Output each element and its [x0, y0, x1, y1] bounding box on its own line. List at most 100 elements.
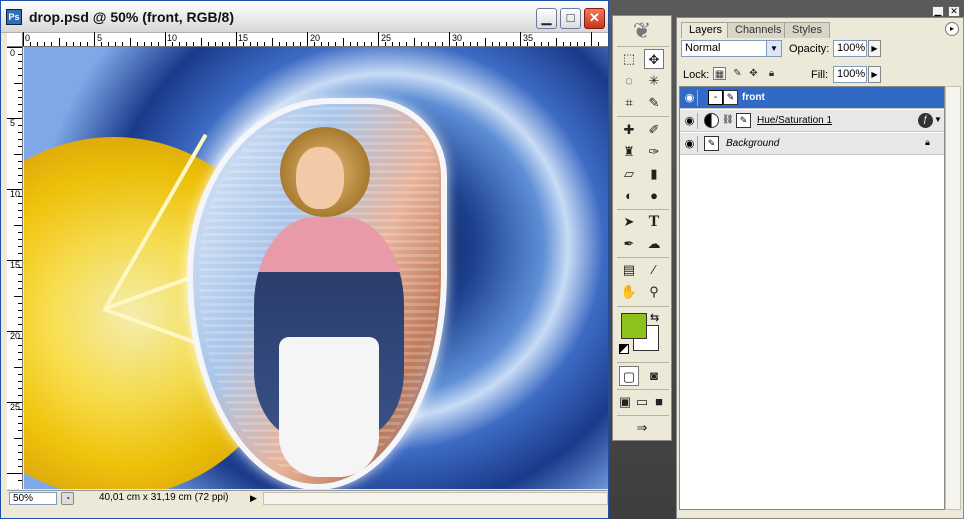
zoom-icon[interactable]: ⚲ — [644, 282, 664, 302]
zoom-field[interactable]: 50% — [9, 492, 57, 505]
brush-thumbnail-icon: ✎ — [723, 90, 738, 105]
magic-wand-icon[interactable]: ✳ — [644, 71, 664, 91]
ruler-tick — [18, 373, 22, 375]
default-colors-icon[interactable] — [619, 344, 629, 354]
ruler-tick — [18, 281, 22, 283]
ruler-tick — [30, 42, 32, 46]
screen-mode-full-icon[interactable]: ■ — [651, 392, 667, 412]
tab-layers[interactable]: Layers — [681, 22, 731, 38]
fill-slider-button[interactable]: ▶ — [868, 66, 881, 83]
layer-list-scrollbar[interactable] — [945, 86, 961, 510]
quick-mask-icon[interactable]: ◙ — [644, 366, 664, 386]
ruler-tick — [427, 42, 429, 46]
ruler-tick — [7, 473, 22, 474]
minimize-button[interactable]: ▁ — [536, 8, 557, 29]
history-brush-icon[interactable]: ✑ — [644, 142, 664, 162]
opacity-field[interactable]: 100% — [833, 40, 867, 57]
ruler-tick — [18, 323, 22, 325]
document-titlebar[interactable]: Ps drop.psd @ 50% (front, RGB/8) ▁ □ ✕ — [1, 1, 608, 33]
lock-image-icon[interactable]: ✎ — [731, 67, 744, 80]
chevron-down-icon[interactable]: ▼ — [766, 41, 781, 56]
type-icon[interactable]: T — [644, 212, 664, 232]
separator — [617, 362, 669, 363]
ruler-tick — [18, 132, 22, 134]
notes-icon[interactable]: ▤ — [619, 260, 639, 280]
swap-colors-icon[interactable]: ⇆ — [650, 311, 659, 324]
ruler-tick — [406, 42, 408, 46]
stamp-icon[interactable]: ♜ — [619, 142, 639, 162]
ruler-tick — [18, 465, 22, 467]
foreground-color-swatch[interactable] — [621, 313, 647, 339]
move-icon[interactable]: ✥ — [644, 49, 664, 69]
eraser-icon[interactable]: ▱ — [619, 164, 639, 184]
chain-link-icon[interactable]: ⛓ — [722, 113, 733, 128]
ruler-tick — [14, 153, 22, 155]
slice-icon[interactable]: ✎ — [644, 93, 664, 113]
screen-mode-standard-icon[interactable]: ▣ — [617, 392, 633, 412]
opacity-slider-button[interactable]: ▶ — [868, 40, 881, 57]
eye-icon[interactable]: ◉ — [682, 90, 698, 106]
layer-style-icon[interactable]: ƒ — [918, 113, 933, 128]
fill-field[interactable]: 100% — [833, 66, 867, 83]
lock-transparency-icon[interactable]: ▦ — [713, 67, 726, 80]
layer-row-hue-saturation[interactable]: ◉ ⛓ ✎ Hue/Saturation 1 ƒ ▼ — [680, 110, 944, 132]
horizontal-ruler[interactable]: 0 5 10 15 20 25 30 35 — [23, 32, 608, 47]
maximize-button[interactable]: □ — [560, 8, 581, 29]
maximize-icon: □ — [566, 10, 575, 25]
eye-icon[interactable]: ◉ — [682, 113, 698, 129]
ruler-tick — [385, 42, 387, 46]
status-menu-arrow-icon[interactable]: ▶ — [250, 493, 257, 504]
feather-icon[interactable]: ❦ — [619, 18, 665, 44]
ruler-label: 0 — [10, 48, 16, 58]
ruler-tick — [7, 189, 22, 190]
tab-styles[interactable]: Styles — [784, 22, 830, 38]
screen-mode-full-menu-icon[interactable]: ▭ — [634, 392, 650, 412]
minimize-icon: ▁ — [541, 10, 552, 25]
layer-row-front[interactable]: ◉ ⁃ ✎ front — [680, 87, 944, 109]
burn-icon[interactable]: ● — [644, 186, 664, 206]
brush-icon[interactable]: ✐ — [644, 120, 664, 140]
zoom-preview-icon[interactable]: ◔ — [61, 492, 74, 505]
horizontal-scrollbar[interactable] — [263, 492, 608, 505]
vertical-ruler[interactable]: 0 5 10 15 20 25 — [7, 47, 23, 489]
palette-close-icon[interactable]: ✕ — [948, 6, 960, 17]
ruler-tick — [420, 42, 422, 46]
lock-position-icon[interactable]: ✥ — [747, 67, 760, 80]
crop-icon[interactable]: ⌗ — [619, 93, 639, 113]
ruler-tick — [14, 295, 22, 297]
hand-icon[interactable]: ✋ — [619, 282, 639, 302]
chevron-down-icon[interactable]: ▼ — [933, 113, 943, 128]
eyedropper-icon[interactable]: ⁄ — [644, 260, 664, 280]
image-canvas[interactable] — [24, 47, 608, 489]
ruler-tick — [18, 387, 22, 389]
ruler-tick — [122, 42, 124, 46]
gradient-icon[interactable]: ▮ — [644, 164, 664, 184]
ruler-tick — [86, 42, 88, 46]
ruler-tick — [505, 42, 507, 46]
tab-channels[interactable]: Channels — [727, 22, 790, 38]
ruler-origin[interactable] — [7, 33, 23, 47]
ruler-tick — [292, 42, 294, 46]
pen-icon[interactable]: ✒ — [619, 234, 639, 254]
ruler-tick — [58, 38, 60, 46]
ruler-tick — [18, 309, 22, 311]
path-select-icon[interactable]: ➤ — [619, 212, 639, 232]
marquee-icon[interactable]: ⬚ — [619, 49, 639, 69]
blend-mode-select[interactable]: Normal ▼ — [681, 40, 782, 57]
palette-menu-icon[interactable]: ▸ — [945, 22, 959, 36]
lock-all-icon[interactable]: 🔒︎ — [765, 67, 778, 80]
ruler-tick — [18, 217, 22, 219]
ruler-tick — [18, 96, 22, 98]
eye-icon[interactable]: ◉ — [682, 136, 698, 152]
standard-mode-icon[interactable]: ▢ — [619, 366, 639, 386]
layer-row-background[interactable]: ◉ ✎ Background 🔒︎ — [680, 133, 944, 155]
adjustment-layer-icon — [704, 113, 719, 128]
palette-minimize-icon[interactable]: ▁ — [932, 6, 944, 17]
close-button[interactable]: ✕ — [584, 8, 605, 29]
healing-icon[interactable]: ✚ — [619, 120, 639, 140]
jump-to-imageready-icon[interactable]: ⇒ — [627, 418, 657, 438]
ruler-label: 15 — [10, 260, 21, 270]
lasso-icon[interactable]: ◌ — [619, 71, 639, 91]
blur-icon[interactable]: ◐ — [619, 186, 639, 206]
shape-icon[interactable]: ☁ — [644, 234, 664, 254]
